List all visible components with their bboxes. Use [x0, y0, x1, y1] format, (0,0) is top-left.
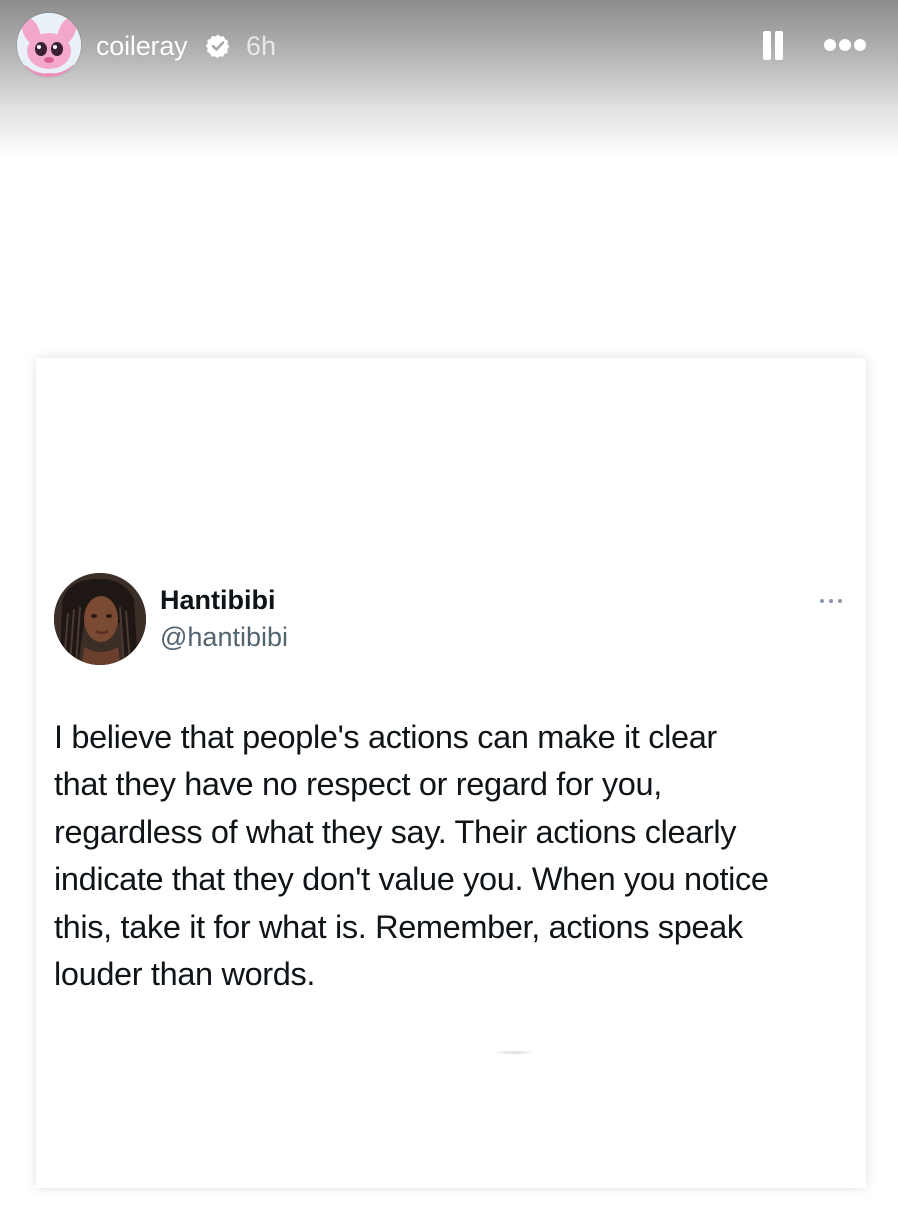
tweet-text-line: louder than words. [54, 956, 316, 993]
story-avatar[interactable] [17, 13, 81, 77]
story-username[interactable]: coileray [96, 31, 188, 61]
profile-photo-icon [54, 573, 146, 665]
tweet-author-avatar[interactable] [54, 573, 146, 665]
cartoon-avatar-icon [17, 13, 81, 77]
verified-badge-icon [205, 34, 230, 59]
faint-artifact [494, 1051, 534, 1054]
pause-button[interactable] [756, 26, 790, 66]
tweet-text-line: regardless of what they say. Their actio… [54, 813, 737, 850]
tweet-card: Hantibibi @hantibibi I believe that peop… [36, 358, 866, 1188]
tweet-text-line: indicate that they don't value you. When… [54, 861, 769, 898]
tweet-text: I believe that people's actions can make… [54, 714, 854, 998]
story-more-button[interactable] [816, 30, 874, 60]
tweet-text-line: I believe that people's actions can make… [54, 719, 717, 755]
story-timestamp: 6h [246, 31, 277, 61]
tweet-text-line: this, take it for what is. Remember, act… [54, 908, 743, 945]
tweet-handle[interactable]: @hantibibi [160, 622, 288, 652]
tweet-text-line: that they have no respect or regard for … [54, 766, 662, 803]
tweet-more-button[interactable] [816, 593, 850, 609]
tweet-display-name[interactable]: Hantibibi [160, 585, 276, 615]
story-header: coileray 6h [0, 0, 898, 92]
